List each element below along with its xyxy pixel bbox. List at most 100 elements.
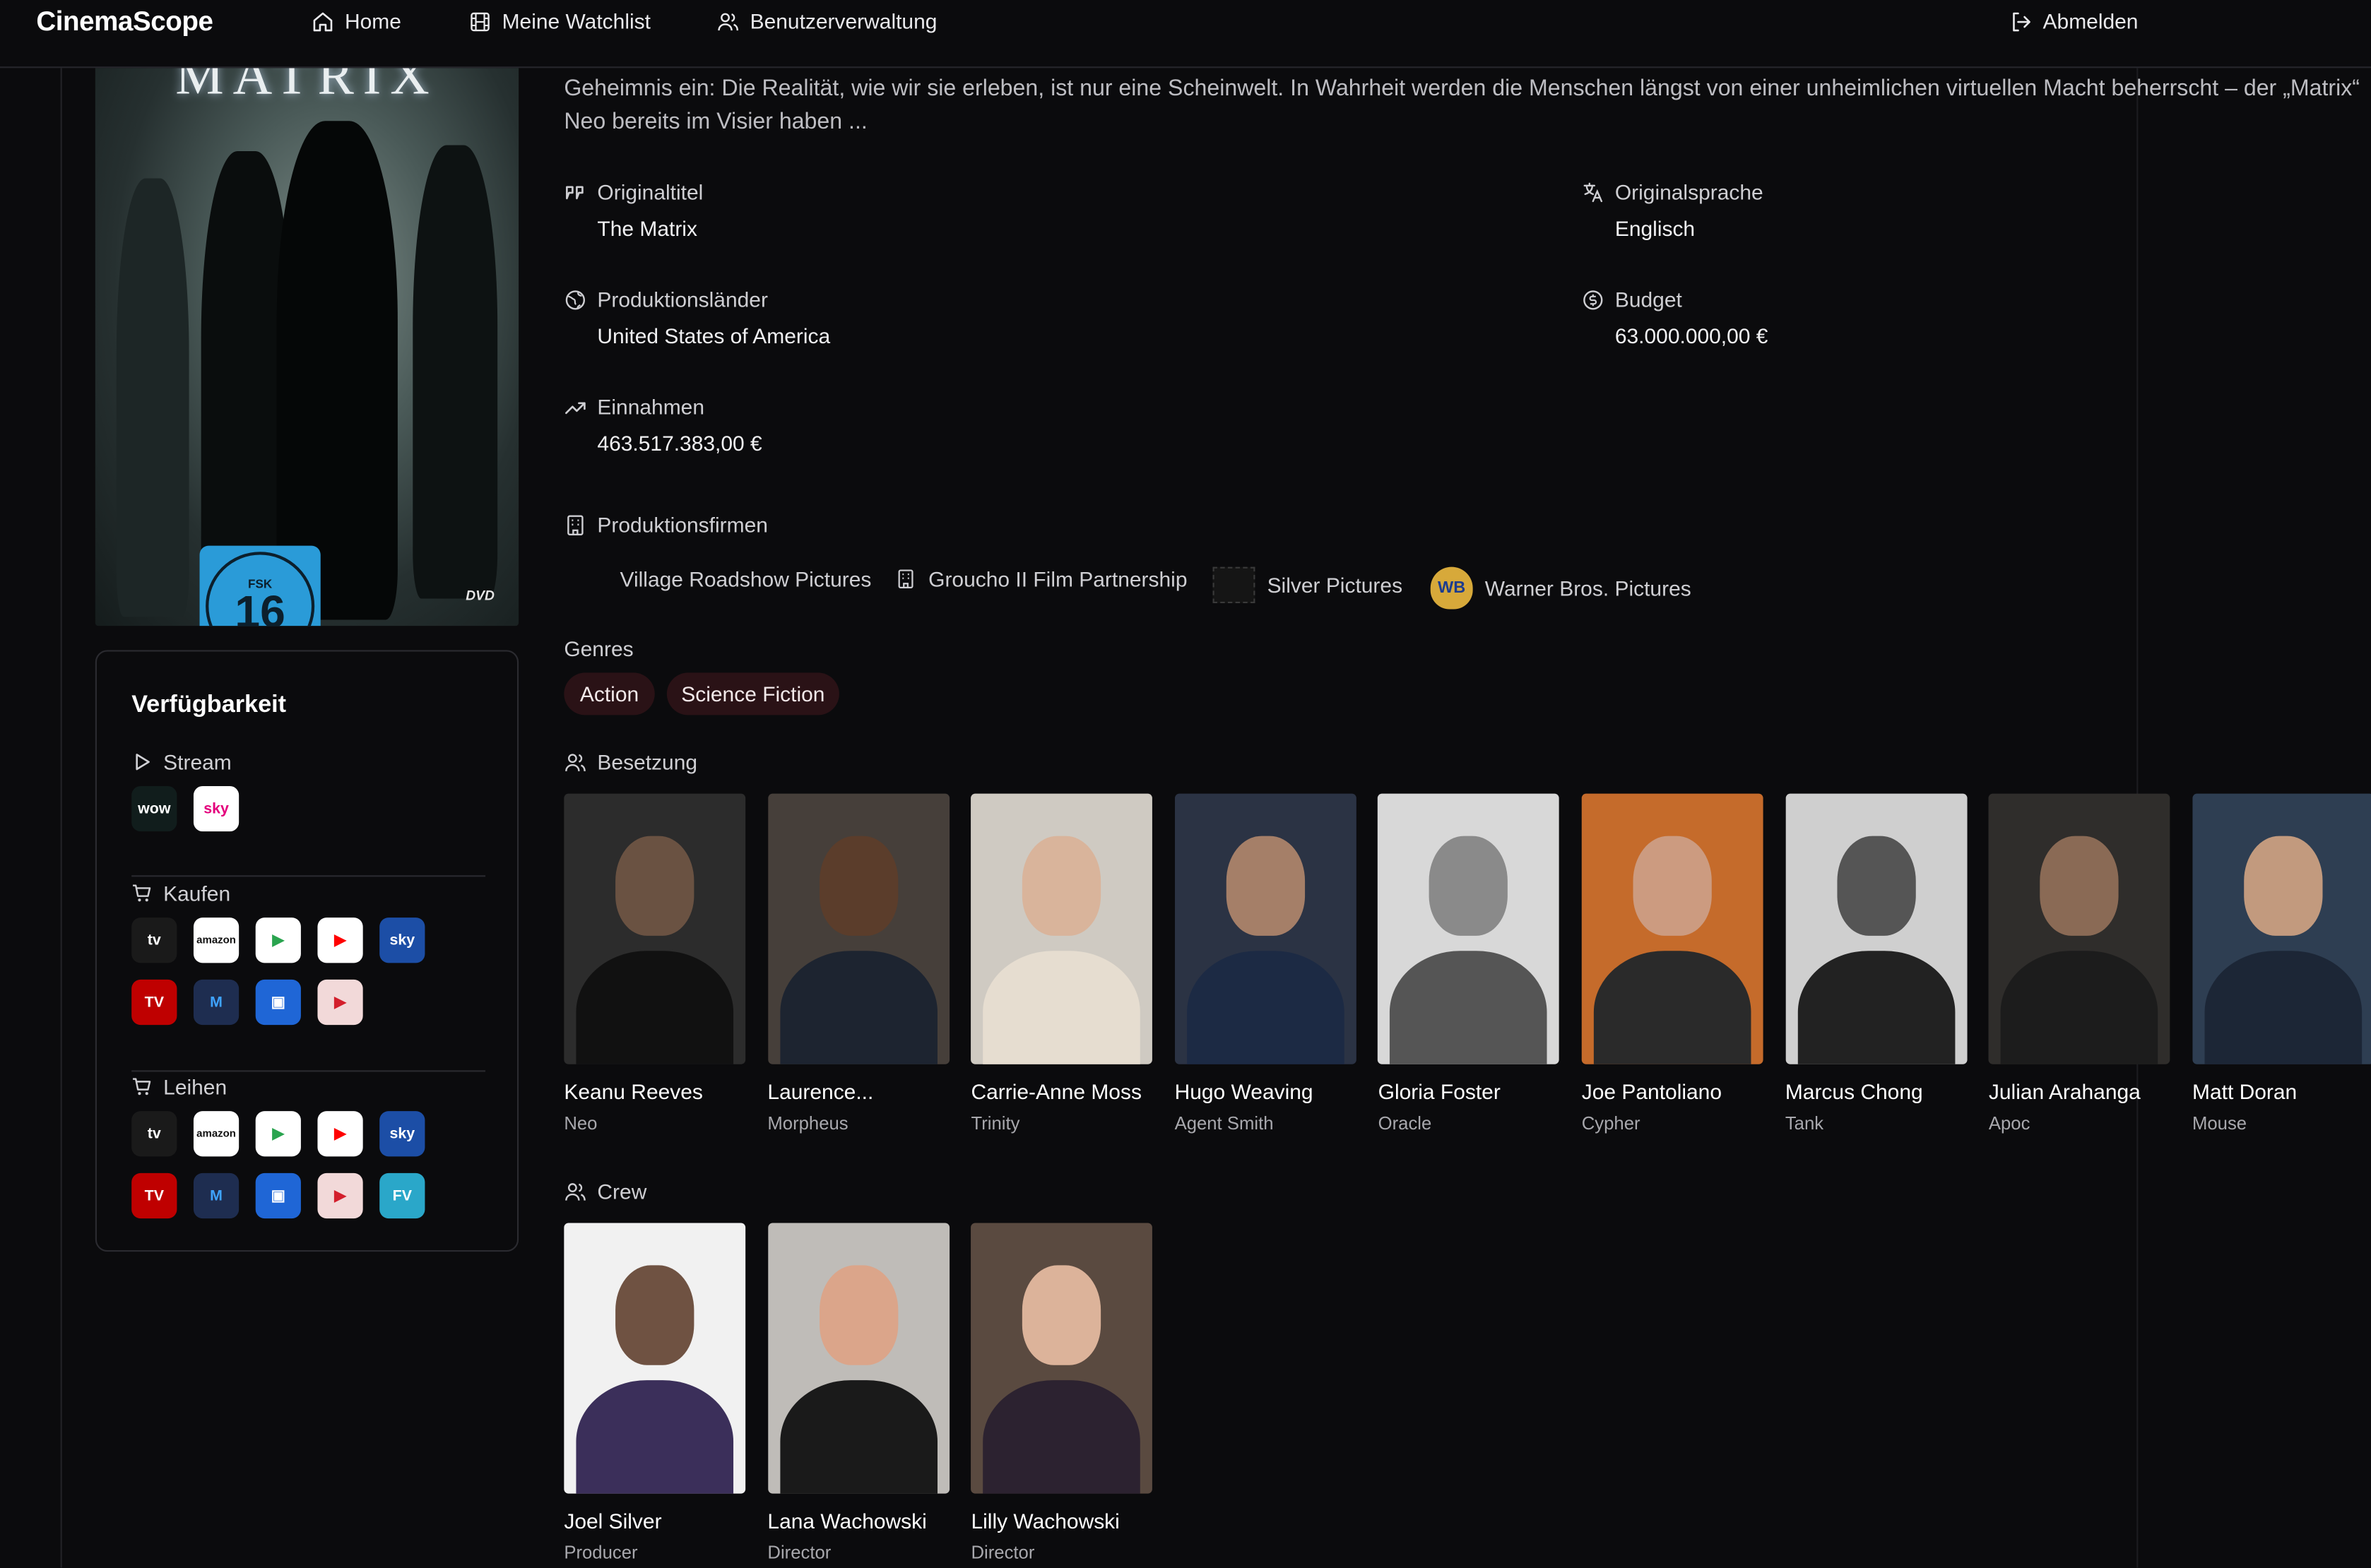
person-photo-body	[2001, 951, 2158, 1064]
provider-icon[interactable]: ▶	[317, 1172, 363, 1219]
rent-label: Leihen	[163, 1074, 227, 1099]
person-photo-body	[2204, 951, 2362, 1064]
provider-icon[interactable]: sky	[193, 785, 240, 832]
person-photo-body	[983, 951, 1141, 1064]
language-icon	[1583, 182, 1603, 202]
person-role: Neo	[564, 1112, 598, 1134]
company-name: Village Roadshow Pictures	[620, 566, 872, 591]
fact-revenue: Einnahmen 463.517.383,00 €	[564, 394, 762, 455]
person-card[interactable]: Keanu Reeves Neo	[564, 793, 746, 1134]
person-card[interactable]: Marcus Chong Tank	[1785, 793, 1967, 1134]
availability-panel: Verfügbarkeit Stream wow sky Kaufen tv ama…	[95, 650, 519, 1252]
provider-icon[interactable]: M	[193, 1172, 240, 1219]
logout-button[interactable]: Abmelden	[2009, 9, 2138, 33]
company-item: Groucho II Film Partnership	[895, 567, 1188, 591]
provider-icon[interactable]: ▣	[255, 1172, 301, 1219]
provider-icon[interactable]: wow	[131, 785, 177, 832]
crew-label: Crew	[597, 1179, 647, 1204]
person-card[interactable]: Lilly Wachowski Director	[971, 1223, 1153, 1564]
nav-watchlist[interactable]: Meine Watchlist	[468, 9, 651, 33]
logout-icon	[2013, 11, 2030, 31]
users-icon	[565, 1182, 586, 1200]
person-name: Joel Silver	[564, 1509, 662, 1533]
provider-icon[interactable]: FV	[379, 1172, 425, 1219]
person-name: Hugo Weaving	[1174, 1079, 1313, 1104]
person-photo-head	[819, 1265, 898, 1365]
provider-icon[interactable]: ▶	[317, 979, 363, 1026]
person-card[interactable]: Laurence... Morpheus	[767, 793, 950, 1134]
person-card[interactable]: Matt Doran Mouse	[2192, 793, 2371, 1134]
person-photo-body	[1593, 951, 1751, 1064]
provider-icon[interactable]: sky	[379, 1111, 425, 1157]
movie-poster: MATRIX FSK 16 DVD	[95, 45, 519, 626]
provider-icon[interactable]: M	[193, 979, 240, 1026]
silver-pictures-logo	[1212, 566, 1255, 603]
person-photo-head	[819, 836, 898, 936]
provider-icon[interactable]: sky	[379, 917, 425, 963]
stream-section-header: Stream	[131, 750, 232, 774]
person-photo	[767, 1223, 950, 1494]
provider-icon[interactable]: amazon	[193, 917, 240, 963]
genre-chip[interactable]: Action	[564, 672, 655, 715]
fact-label: Einnahmen	[597, 394, 705, 419]
person-card[interactable]: Joe Pantoliano Cypher	[1581, 793, 1763, 1134]
users-icon	[565, 753, 586, 771]
person-role: Mouse	[2192, 1112, 2247, 1134]
home-icon	[313, 11, 333, 31]
person-card[interactable]: Carrie-Anne Moss Trinity	[971, 793, 1153, 1134]
person-name: Lana Wachowski	[767, 1509, 927, 1533]
person-photo-body	[576, 951, 734, 1064]
provider-icon[interactable]: ▣	[255, 979, 301, 1026]
person-card[interactable]: Julian Arahanga Apoc	[1988, 793, 2170, 1134]
genres-label: Genres	[564, 636, 634, 661]
brand-logo[interactable]: CinemaScope	[36, 6, 213, 38]
provider-icon[interactable]: ▶	[317, 917, 363, 963]
nav-home[interactable]: Home	[312, 9, 401, 33]
provider-icon[interactable]: tv	[131, 1111, 177, 1157]
person-card[interactable]: Hugo Weaving Agent Smith	[1174, 793, 1356, 1134]
overview-text: Geheimnis ein: Die Realität, wie wir sie…	[564, 73, 2371, 139]
fact-label: Budget	[1614, 287, 1682, 311]
genre-chip[interactable]: Science Fiction	[666, 672, 839, 715]
fact-value: 63.000.000,00 €	[1614, 323, 1768, 348]
fact-label: Originalsprache	[1614, 179, 1763, 204]
person-name: Lilly Wachowski	[971, 1509, 1120, 1533]
company-item: Silver Pictures	[1212, 566, 1402, 603]
person-photo	[1581, 793, 1763, 1064]
person-name: Joe Pantoliano	[1581, 1079, 1722, 1104]
play-icon	[136, 754, 150, 771]
provider-icon[interactable]: amazon	[193, 1111, 240, 1157]
provider-icon[interactable]: tv	[131, 917, 177, 963]
person-photo-head	[1633, 836, 1712, 936]
provider-icon[interactable]: TV	[131, 1172, 177, 1219]
nav-user-management[interactable]: Benutzerverwaltung	[717, 9, 937, 33]
person-card[interactable]: Joel Silver Producer	[564, 1223, 746, 1564]
person-name: Matt Doran	[2192, 1079, 2298, 1104]
provider-icon[interactable]: ▶	[255, 917, 301, 963]
person-photo-head	[1022, 836, 1101, 936]
person-role: Tank	[1785, 1112, 1824, 1134]
person-card[interactable]: Gloria Foster Oracle	[1378, 793, 1560, 1134]
person-photo-head	[1226, 836, 1305, 936]
provider-icon[interactable]: ▶	[255, 1111, 301, 1157]
fact-original-language: Originalsprache Englisch	[1582, 179, 1763, 240]
person-photo	[564, 1223, 746, 1494]
nav-home-label: Home	[344, 8, 401, 34]
provider-icon[interactable]: TV	[131, 979, 177, 1026]
person-role: Morpheus	[767, 1112, 849, 1134]
person-card[interactable]: Lana Wachowski Director	[767, 1223, 950, 1563]
buy-section-header: Kaufen	[131, 881, 230, 905]
person-photo-body	[576, 1380, 734, 1494]
person-role: Oracle	[1378, 1112, 1432, 1134]
person-role: Producer	[564, 1542, 638, 1564]
crew-section-header: Crew	[564, 1179, 647, 1204]
person-role: Cypher	[1581, 1112, 1640, 1134]
provider-icon[interactable]: ▶	[317, 1111, 363, 1157]
person-role: Director	[971, 1542, 1035, 1564]
person-photo-head	[1836, 836, 1915, 936]
fact-label: Originaltitel	[597, 179, 704, 204]
users-icon	[718, 12, 739, 30]
cast-section-header: Besetzung	[564, 750, 697, 774]
warner-bros-logo: WB	[1430, 566, 1473, 610]
person-name: Gloria Foster	[1378, 1079, 1501, 1104]
